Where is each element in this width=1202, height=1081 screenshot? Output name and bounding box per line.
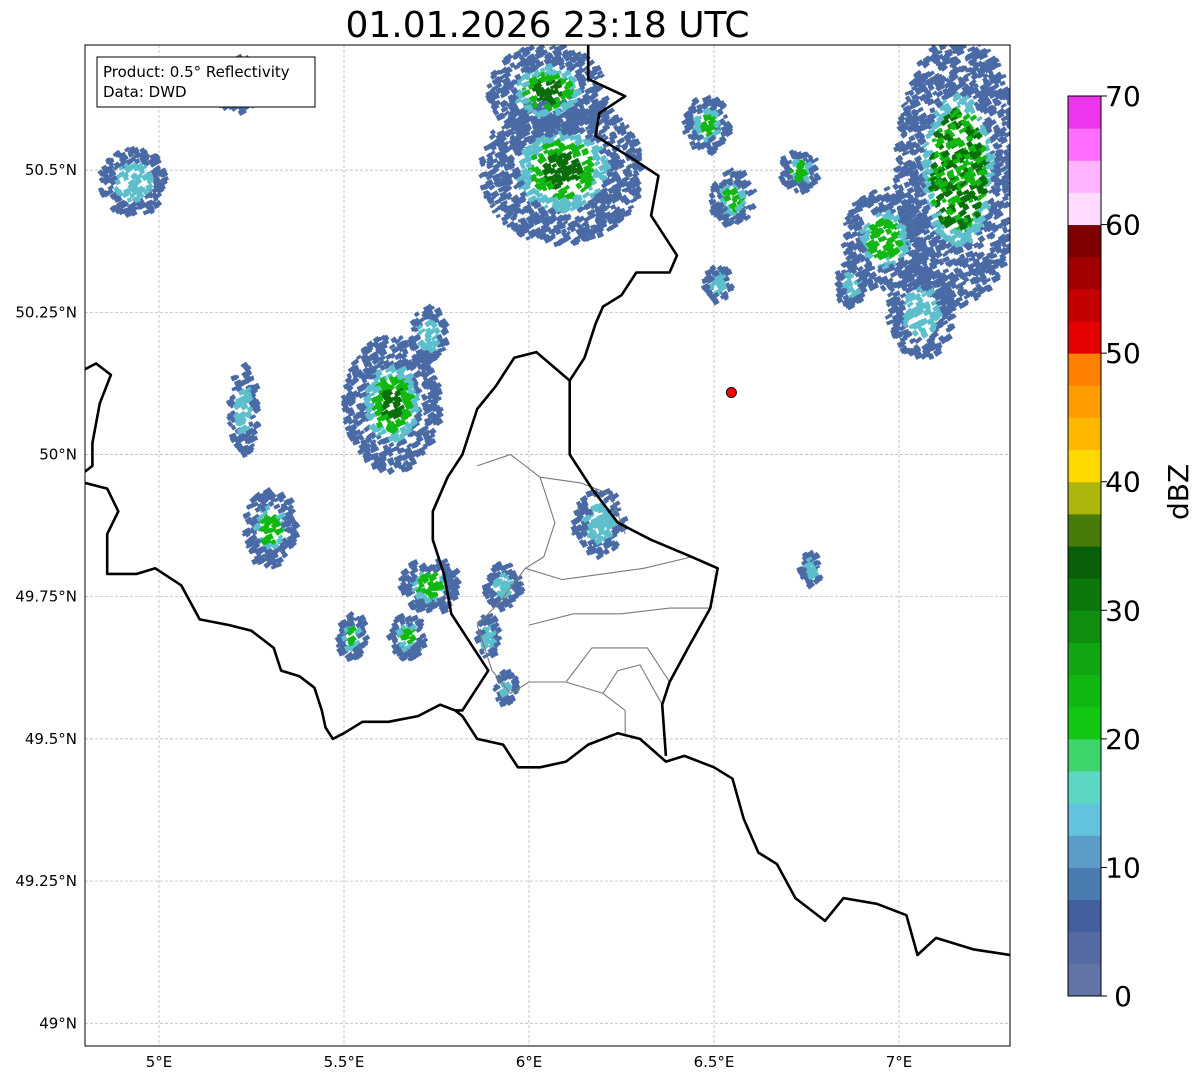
lat-tick-label: 50.5°N bbox=[25, 161, 77, 179]
colorbar-segment bbox=[1068, 610, 1101, 643]
lat-tick-label: 50°N bbox=[39, 446, 77, 464]
colorbar-segment bbox=[1068, 481, 1101, 515]
colorbar-tick-label: 20 bbox=[1105, 723, 1141, 756]
colorbar-segment bbox=[1068, 738, 1101, 772]
colorbar-segment bbox=[1068, 771, 1101, 804]
colorbar: 0 10 20 30 40 50 60 70 bbox=[1067, 80, 1141, 1013]
lon-tick-label: 7°E bbox=[886, 1053, 913, 1071]
lon-tick-label: 6°E bbox=[516, 1053, 543, 1071]
info-data-source: Data: DWD bbox=[103, 83, 187, 101]
radar-map[interactable]: 5°E 5.5°E 6°E 6.5°E 7°E 50.5°N 50.25°N 50°N 49.7… bbox=[0, 0, 1202, 1081]
colorbar-segment bbox=[1068, 353, 1101, 386]
colorbar-segment bbox=[1068, 867, 1101, 901]
lon-tick-label: 6.5°E bbox=[694, 1053, 735, 1071]
lon-tick-label: 5.5°E bbox=[324, 1053, 365, 1071]
colorbar-segment bbox=[1068, 803, 1101, 836]
radar-site-marker[interactable] bbox=[725, 387, 737, 399]
colorbar-segment bbox=[1068, 321, 1101, 354]
lat-tick-label: 49.75°N bbox=[15, 588, 77, 606]
colorbar-tick-label: 40 bbox=[1105, 466, 1141, 499]
colorbar-segment bbox=[1068, 513, 1101, 547]
colorbar-tick-label: 0 bbox=[1114, 980, 1132, 1013]
colorbar-tick-label: 30 bbox=[1105, 594, 1141, 627]
colorbar-segment bbox=[1068, 546, 1101, 579]
lat-tick-label: 49°N bbox=[39, 1014, 77, 1032]
colorbar-segment bbox=[1068, 674, 1101, 708]
colorbar-segment bbox=[1068, 642, 1101, 676]
lon-tick-label: 5°E bbox=[146, 1053, 173, 1071]
colorbar-tick-label: 70 bbox=[1105, 80, 1141, 113]
colorbar-segment bbox=[1068, 899, 1101, 933]
info-product: Product: 0.5° Reflectivity bbox=[103, 63, 290, 81]
radar-site-dot[interactable] bbox=[725, 387, 737, 399]
lat-tick-label: 49.25°N bbox=[15, 872, 77, 890]
colorbar-segment bbox=[1068, 385, 1101, 418]
info-box: Product: 0.5° Reflectivity Data: DWD bbox=[96, 56, 316, 108]
colorbar-segment bbox=[1068, 192, 1101, 226]
colorbar-segment bbox=[1068, 256, 1101, 290]
colorbar-segment bbox=[1068, 706, 1101, 740]
colorbar-segment bbox=[1068, 96, 1101, 129]
colorbar-segment bbox=[1068, 417, 1101, 451]
colorbar-segment bbox=[1068, 963, 1101, 997]
colorbar-tick-label: 60 bbox=[1105, 209, 1141, 242]
colorbar-segment bbox=[1068, 931, 1101, 965]
colorbar-segment bbox=[1068, 578, 1101, 611]
colorbar-segment bbox=[1068, 288, 1101, 322]
colorbar-tick-label: 50 bbox=[1105, 337, 1141, 370]
colorbar-unit-label: dBZ bbox=[1162, 463, 1195, 520]
lat-tick-label: 50.25°N bbox=[15, 303, 77, 321]
colorbar-segment bbox=[1068, 160, 1101, 193]
colorbar-segment bbox=[1068, 835, 1101, 868]
colorbar-segment bbox=[1068, 449, 1101, 483]
colorbar-segment bbox=[1068, 224, 1101, 258]
lat-tick-label: 49.5°N bbox=[25, 730, 77, 748]
colorbar-segment bbox=[1068, 128, 1101, 161]
colorbar-tick-label: 10 bbox=[1105, 851, 1141, 884]
